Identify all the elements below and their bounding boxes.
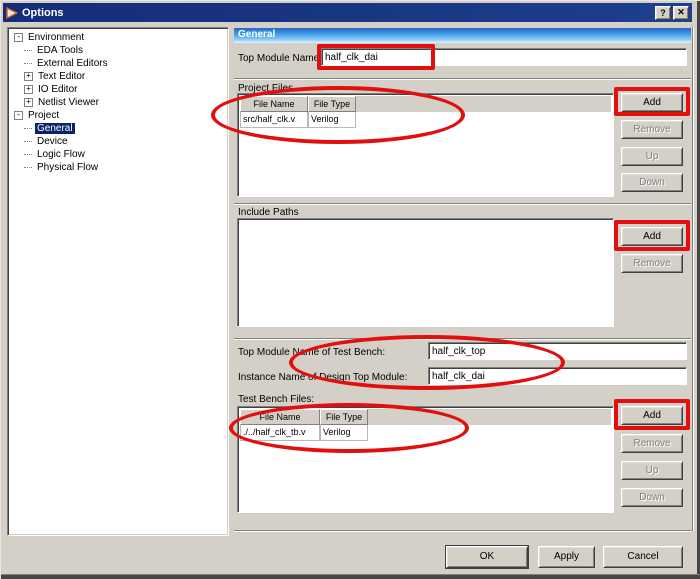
tree-item-environment[interactable]: - Environment (14, 31, 228, 44)
apply-button[interactable]: Apply (538, 546, 595, 568)
tree-item-device[interactable]: Device (24, 135, 228, 148)
title-bar[interactable]: Options ? ✕ (3, 3, 692, 22)
tree-connector (24, 50, 32, 51)
tree-connector (24, 141, 32, 142)
tb-top-module-label: Top Module Name of Test Bench: (238, 347, 385, 358)
options-tree[interactable]: - Environment EDA Tools External Editors… (7, 27, 229, 536)
tb-instance-name-input[interactable] (428, 367, 687, 385)
tree-connector (24, 63, 32, 64)
help-button[interactable]: ? (655, 6, 671, 20)
test-bench-remove-button[interactable]: Remove (621, 434, 683, 453)
tree-item-project[interactable]: - Project (14, 109, 228, 122)
table-row[interactable]: src/half_clk.v Verilog (240, 112, 611, 128)
test-bench-down-button[interactable]: Down (621, 488, 683, 507)
test-bench-files-table[interactable]: File Name File Type ./../half_clk_tb.v V… (237, 406, 614, 513)
separator (234, 530, 691, 532)
expander-plus-icon[interactable]: + (24, 98, 33, 107)
separator (234, 78, 691, 80)
tree-connector (24, 128, 32, 129)
include-paths-label: Include Paths (238, 207, 299, 218)
cancel-button[interactable]: Cancel (603, 546, 683, 568)
window-title: Options (22, 7, 64, 19)
tree-item-io-editor[interactable]: + IO Editor (24, 83, 228, 96)
tb-top-module-input[interactable] (428, 342, 687, 360)
tree-item-netlist-viewer[interactable]: + Netlist Viewer (24, 96, 228, 109)
close-button[interactable]: ✕ (673, 6, 689, 20)
file-type-cell[interactable]: Verilog (308, 112, 356, 128)
column-header-file-name[interactable]: File Name (240, 96, 308, 112)
tree-item-logic-flow[interactable]: Logic Flow (24, 148, 228, 161)
column-header-file-type[interactable]: File Type (308, 96, 356, 112)
expander-plus-icon[interactable]: + (24, 85, 33, 94)
ok-button[interactable]: OK (446, 546, 528, 568)
window-border (1, 574, 700, 579)
tree-item-general[interactable]: General (24, 122, 228, 135)
test-bench-files-label: Test Bench Files: (238, 394, 314, 405)
file-name-cell[interactable]: ./../half_clk_tb.v (240, 425, 320, 441)
app-icon (6, 7, 18, 19)
project-files-down-button[interactable]: Down (621, 173, 683, 192)
project-files-add-button[interactable]: Add (621, 93, 683, 112)
section-header-general: General (234, 28, 691, 43)
test-bench-up-button[interactable]: Up (621, 461, 683, 480)
tree-item-text-editor[interactable]: + Text Editor (24, 70, 228, 83)
expander-plus-icon[interactable]: + (24, 72, 33, 81)
top-module-name-label: Top Module Name: (238, 53, 322, 64)
project-files-up-button[interactable]: Up (621, 147, 683, 166)
column-header-file-name[interactable]: File Name (240, 409, 320, 425)
column-header-file-type[interactable]: File Type (320, 409, 368, 425)
separator (234, 338, 691, 340)
tree-item-external-editors[interactable]: External Editors (24, 57, 228, 70)
project-files-remove-button[interactable]: Remove (621, 120, 683, 139)
selected-tree-item: General (35, 123, 75, 134)
tree-connector (24, 167, 32, 168)
test-bench-add-button[interactable]: Add (621, 406, 683, 425)
tree-item-physical-flow[interactable]: Physical Flow (24, 161, 228, 174)
tb-instance-name-label: Instance Name of Design Top Module: (238, 372, 407, 383)
include-paths-add-button[interactable]: Add (621, 227, 683, 246)
top-module-name-input[interactable] (321, 48, 687, 66)
include-paths-remove-button[interactable]: Remove (621, 254, 683, 273)
separator (692, 27, 694, 531)
expander-minus-icon[interactable]: - (14, 33, 23, 42)
file-type-cell[interactable]: Verilog (320, 425, 368, 441)
options-dialog: Options ? ✕ - Environment EDA Tools Exte… (0, 0, 700, 579)
include-paths-list[interactable] (237, 218, 614, 327)
tree-item-eda-tools[interactable]: EDA Tools (24, 44, 228, 57)
table-row[interactable]: ./../half_clk_tb.v Verilog (240, 425, 611, 441)
separator (234, 203, 691, 205)
project-files-table[interactable]: File Name File Type src/half_clk.v Veril… (237, 93, 614, 197)
expander-minus-icon[interactable]: - (14, 111, 23, 120)
file-name-cell[interactable]: src/half_clk.v (240, 112, 308, 128)
tree-connector (24, 154, 32, 155)
